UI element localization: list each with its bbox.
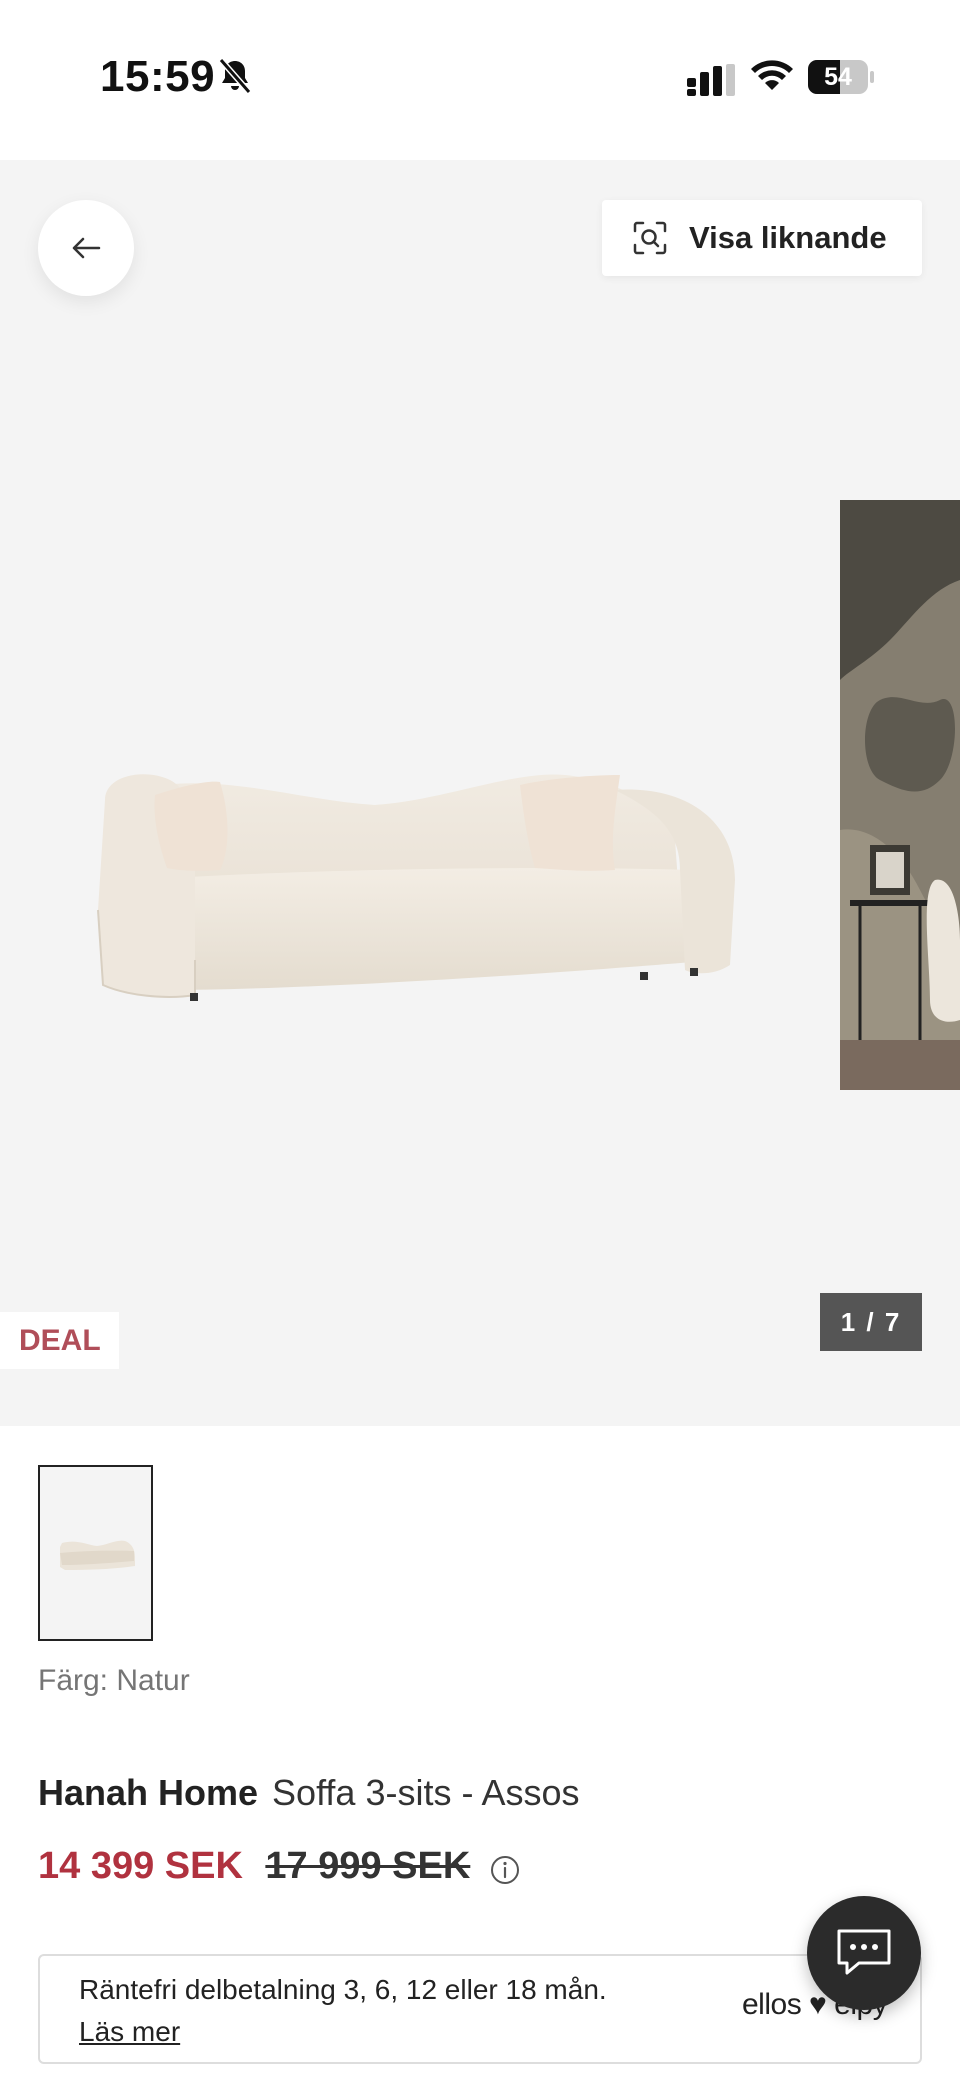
product-gallery[interactable]: Visa liknande 1 / 7 DEAL [0,160,960,1426]
deal-badge: DEAL [0,1312,119,1369]
thumbnail-sofa[interactable] [38,1465,153,1641]
color-label: Färg: Natur [38,1664,190,1697]
visa-liknande-label: Visa liknande [689,220,887,255]
financing-text: Räntefri delbetalning 3, 6, 12 eller 18 … [79,1974,607,2005]
product-brand[interactable]: Hanah Home [38,1772,258,1813]
visual-search-icon [633,221,667,255]
product-title: Hanah Home Soffa 3-sits - Assos [38,1772,580,1814]
bell-off-icon [218,58,252,94]
chat-button[interactable] [807,1896,921,2010]
visa-liknande-button[interactable]: Visa liknande [602,200,922,276]
status-time: 15:59 [100,52,216,101]
product-image-sofa[interactable] [95,760,745,1040]
chat-icon [837,1929,891,1975]
las-mer-link[interactable]: Läs mer [79,2016,180,2048]
signal-icon [687,64,735,96]
wifi-icon [751,60,793,90]
back-arrow-icon [72,237,101,259]
status-bar: 15:59 54 [0,0,960,160]
battery-icon: 54 [808,60,874,94]
thumbnail-sofa-image [59,1540,135,1570]
price-row: 14 399 SEK 17 999 SEK [38,1845,521,1895]
product-name: Soffa 3-sits - Assos [272,1772,580,1813]
original-price: 17 999 SEK [265,1845,471,1887]
current-price: 14 399 SEK [38,1845,243,1887]
back-button[interactable] [38,200,134,296]
financing-box: Räntefri delbetalning 3, 6, 12 eller 18 … [38,1954,922,2064]
next-product-image[interactable] [840,500,960,1090]
info-icon[interactable] [489,1854,521,1886]
image-pager: 1 / 7 [820,1293,922,1351]
battery-percent: 54 [824,63,852,91]
